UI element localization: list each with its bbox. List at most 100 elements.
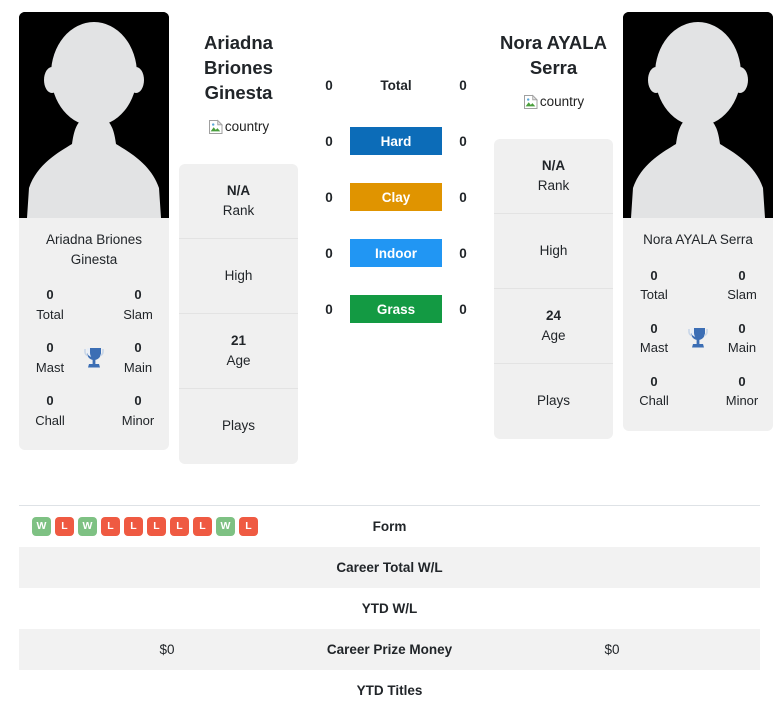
form-badge-win: W — [216, 516, 235, 536]
right-player-name: Nora AYALA Serra — [500, 32, 607, 78]
right-surface-grass-value: 0 — [459, 301, 467, 317]
left-career-prize-money: $0 — [159, 641, 175, 657]
left-titles-main-label: Main — [123, 359, 153, 375]
left-country-flag-broken-image: country — [208, 119, 269, 135]
left-info-age-value: 21 — [230, 332, 247, 348]
right-surface-clay-value: 0 — [459, 189, 467, 205]
left-surface-total-value: 0 — [325, 77, 333, 93]
form-badge-win: W — [32, 516, 51, 536]
right-info-plays: Plays — [494, 364, 613, 439]
left-surface-clay-value: 0 — [325, 189, 333, 205]
left-info-plays-label: Plays — [221, 418, 255, 434]
surface-row-hard: 0 Hard 0 — [308, 127, 484, 155]
left-ytd-wl — [19, 588, 315, 629]
left-player-avatar — [19, 12, 169, 218]
form-badge-loss: L — [101, 516, 120, 536]
surface-label-indoor: Indoor — [350, 239, 442, 267]
form-badge-loss: L — [124, 516, 143, 536]
surface-label-grass: Grass — [350, 295, 442, 323]
right-ytd-titles — [464, 670, 760, 711]
right-titles-slam-value: 0 — [738, 267, 746, 283]
right-player-card-name: Nora AYALA Serra — [643, 232, 753, 247]
form-badge-loss: L — [239, 516, 258, 536]
right-titles-minor-value: 0 — [738, 373, 746, 389]
left-titles-chall-label: Chall — [35, 412, 65, 428]
left-titles-mast-value: 0 — [46, 340, 54, 356]
right-ytd-wl — [464, 588, 760, 629]
right-titles-grid: 0 Total 0 Slam 0 Mast 0 Main 0 Chall 0 M… — [623, 260, 773, 431]
table-row-ytd-titles: YTD Titles — [19, 670, 760, 711]
table-label-career-total-wl: Career Total W/L — [336, 559, 443, 575]
table-label-form: Form — [372, 518, 407, 534]
right-career-total-wl — [464, 547, 760, 588]
left-titles-total-label: Total — [36, 306, 64, 322]
table-label-ytd-wl: YTD W/L — [361, 600, 418, 616]
surface-row-grass: 0 Grass 0 — [308, 295, 484, 323]
surface-label-total: Total — [380, 77, 412, 93]
right-form-cell — [464, 506, 760, 547]
table-label-career-prize-money: Career Prize Money — [326, 641, 453, 657]
left-player-name: Ariadna Briones Ginesta — [204, 32, 273, 103]
form-badge-loss: L — [170, 516, 189, 536]
right-info-high-label: High — [539, 242, 568, 258]
left-info-list: N/A Rank High 21 Age Plays — [179, 163, 298, 464]
right-surface-total-value: 0 — [459, 77, 467, 93]
right-titles-mast: 0 Mast — [627, 319, 681, 358]
left-info-high-label: High — [224, 267, 253, 283]
right-info-plays-label: Plays — [536, 393, 570, 409]
right-info-rank-label: Rank — [537, 177, 570, 193]
right-titles-slam: 0 Slam — [715, 266, 769, 305]
left-titles-total: 0 Total — [23, 285, 77, 324]
right-info-age: 24 Age — [494, 289, 613, 364]
table-label-ytd-titles: YTD Titles — [356, 682, 423, 698]
table-row-career-prize-money: $0 Career Prize Money $0 — [19, 628, 760, 670]
left-titles-mast: 0 Mast — [23, 338, 77, 377]
left-titles-main-value: 0 — [134, 340, 142, 356]
right-player-avatar — [623, 12, 773, 218]
left-surface-indoor-value: 0 — [325, 245, 333, 261]
right-player-card: Nora AYALA Serra 0 Total 0 Slam 0 Mast 0… — [623, 12, 773, 431]
player-comparison-page: Ariadna Briones Ginesta 0 Total 0 Slam 0… — [0, 0, 779, 719]
left-info-age: 21 Age — [179, 314, 298, 389]
right-info-age-label: Age — [541, 327, 566, 343]
form-badge-loss: L — [193, 516, 212, 536]
table-row-ytd-wl: YTD W/L — [19, 588, 760, 629]
right-country-flag-broken-image: country — [523, 94, 584, 110]
form-badge-win: W — [78, 516, 97, 536]
left-titles-minor: 0 Minor — [111, 391, 165, 430]
right-titles-slam-label: Slam — [727, 287, 757, 303]
comparison-stats-table: WLWLLLLLWL Form Career Total W/L YTD W/L… — [19, 505, 760, 711]
left-titles-slam-value: 0 — [134, 287, 142, 303]
right-titles-total: 0 Total — [627, 266, 681, 305]
surface-label-clay: Clay — [350, 183, 442, 211]
table-row-career-total-wl: Career Total W/L — [19, 546, 760, 588]
left-titles-total-value: 0 — [46, 287, 54, 303]
left-player-header-column: Ariadna Briones Ginesta country N/A Rank — [169, 12, 308, 464]
left-info-rank-label: Rank — [222, 202, 255, 218]
left-player-card-name: Ariadna Briones Ginesta — [45, 232, 143, 267]
right-titles-chall-value: 0 — [650, 373, 658, 389]
left-country-alt-text: country — [224, 119, 270, 135]
trophy-icon — [681, 325, 715, 351]
left-info-rank-value: N/A — [226, 182, 251, 198]
left-titles-grid: 0 Total 0 Slam 0 Mast 0 Main 0 Chall 0 M… — [19, 279, 169, 450]
left-player-card: Ariadna Briones Ginesta 0 Total 0 Slam 0… — [19, 12, 169, 451]
surface-row-total: 0 Total 0 — [308, 71, 484, 99]
right-titles-mast-label: Mast — [639, 340, 669, 356]
surface-row-indoor: 0 Indoor 0 — [308, 239, 484, 267]
left-titles-chall-value: 0 — [46, 393, 54, 409]
right-info-list: N/A Rank High 24 Age Plays — [494, 138, 613, 439]
left-titles-main: 0 Main — [111, 338, 165, 377]
right-titles-total-value: 0 — [650, 267, 658, 283]
left-titles-slam: 0 Slam — [111, 285, 165, 324]
right-titles-main-label: Main — [727, 340, 757, 356]
left-ytd-titles — [19, 670, 315, 711]
left-surface-grass-value: 0 — [325, 301, 333, 317]
left-surface-hard-value: 0 — [325, 133, 333, 149]
left-info-rank: N/A Rank — [179, 164, 298, 239]
right-titles-chall-label: Chall — [639, 393, 669, 409]
right-titles-mast-value: 0 — [650, 320, 658, 336]
right-career-prize-money: $0 — [604, 641, 620, 657]
left-career-total-wl — [19, 547, 315, 588]
right-titles-main: 0 Main — [715, 319, 769, 358]
